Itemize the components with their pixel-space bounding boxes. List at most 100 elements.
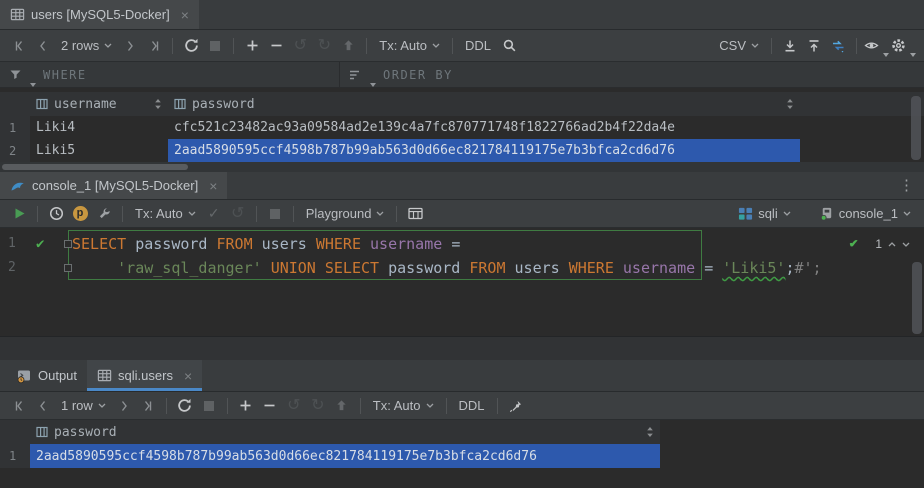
add-row-button[interactable] [235,395,257,417]
parameters-button[interactable]: p [69,203,91,225]
prev-page-button[interactable] [32,35,54,57]
output-layout-button[interactable] [404,203,426,225]
close-icon[interactable]: × [181,7,189,23]
execution-success-icon: ✔ [36,232,44,256]
schema-dropdown[interactable]: sqli [733,206,796,221]
ddl-button[interactable]: DDL [460,38,496,53]
tab-users-table[interactable]: users [MySQL5-Docker] × [0,0,199,29]
first-page-button[interactable] [8,35,30,57]
cell-password-selected[interactable]: 2aad5890595ccf4598b787b99ab563d0d66ec821… [30,444,660,468]
tx-mode-dropdown[interactable]: Tx: Auto [374,38,445,53]
tx-mode-dropdown[interactable]: Tx: Auto [130,206,201,221]
more-options-icon[interactable]: ⋮ [899,178,914,193]
revert-button[interactable]: ↺ [283,395,305,417]
sort-toggle-icon[interactable] [786,99,794,110]
tab-title: sqli.users [118,368,173,383]
stop-button[interactable] [198,395,220,417]
revert-button[interactable]: ↺ [289,35,311,57]
divider [452,38,453,54]
sql-line-2[interactable]: 'raw_sql_danger' UNION SELECT password F… [72,256,822,280]
next-page-button[interactable] [113,395,135,417]
scrollbar-thumb[interactable] [2,164,188,170]
column-header-password[interactable]: password [30,420,660,444]
table-row[interactable]: 1 Liki4 cfc521c23482ac93a09584ad2e139c4a… [0,116,924,139]
mysql-dolphin-icon [10,178,26,193]
result-tabbar: Output sqli.users × [0,360,924,392]
pin-icon [509,399,523,413]
stop-button[interactable] [264,203,286,225]
next-page-button[interactable] [119,35,141,57]
next-occurrence-icon[interactable] [902,242,910,247]
submit-button[interactable] [337,35,359,57]
compare-button[interactable] [827,35,849,57]
reload-changes-button[interactable]: ↻ [313,35,335,57]
table-row[interactable]: 1 2aad5890595ccf4598b787b99ab563d0d66ec8… [0,444,924,468]
cell-password[interactable]: cfc521c23482ac93a09584ad2e139c4a7fc87077… [168,116,800,139]
import-data-button[interactable] [803,35,825,57]
horizontal-scrollbar[interactable] [0,162,924,172]
empty-area [0,468,924,488]
grid-header: password [0,420,660,444]
row-count-dropdown[interactable]: 2 rows [56,38,117,53]
sql-line-1[interactable]: SELECT password FROM users WHERE usernam… [72,232,460,256]
tab-sqli-users-result[interactable]: sqli.users × [87,360,202,391]
check-icon: ✓ [208,205,220,222]
where-filter-input[interactable]: WHERE [0,62,340,87]
prev-page-button[interactable] [32,395,54,417]
tab-output[interactable]: Output [6,360,87,391]
order-by-filter-input[interactable]: ORDER BY [340,62,924,87]
cell-password-selected[interactable]: 2aad5890595ccf4598b787b99ab563d0d66ec821… [168,139,800,162]
divider [256,206,257,222]
tab-title: users [MySQL5-Docker] [31,7,170,22]
ddl-button[interactable]: DDL [454,398,490,413]
last-page-button[interactable] [137,395,159,417]
first-page-button[interactable] [8,395,30,417]
session-dropdown[interactable]: console_1 [814,206,916,221]
cell-username[interactable]: Liki4 [30,116,168,139]
column-header-password[interactable]: password [168,92,800,116]
cell-username[interactable]: Liki5 [30,139,168,162]
run-button[interactable] [8,203,30,225]
delete-row-button[interactable] [265,35,287,57]
close-icon[interactable]: × [209,178,217,194]
divider [227,398,228,414]
view-options-button[interactable] [864,35,889,57]
table-row[interactable]: 2 Liki5 2aad5890595ccf4598b787b99ab563d0… [0,139,924,162]
redo-icon: ↻ [311,398,324,414]
vertical-scrollbar[interactable] [911,96,921,160]
tab-console[interactable]: console_1 [MySQL5-Docker] × [0,172,227,199]
refresh-button[interactable] [180,35,202,57]
export-data-button[interactable] [779,35,801,57]
sql-editor[interactable]: 1 2 ✔ SELECT password FROM users WHERE u… [0,228,924,336]
delete-row-button[interactable] [259,395,281,417]
last-page-button[interactable] [143,35,165,57]
prev-occurrence-icon[interactable] [888,242,896,247]
close-icon[interactable]: × [184,368,192,384]
stop-button[interactable] [204,35,226,57]
statement-marker[interactable] [64,264,72,272]
vertical-scrollbar[interactable] [912,262,922,334]
row-count-dropdown[interactable]: 1 row [56,398,111,413]
submit-button[interactable] [331,395,353,417]
statement-marker[interactable] [64,240,72,248]
commit-button[interactable]: ✓ [203,203,225,225]
settings-button[interactable] [891,35,916,57]
reload-changes-button[interactable]: ↻ [307,395,329,417]
column-header-username[interactable]: username [30,92,168,116]
pin-tab-button[interactable] [505,395,527,417]
refresh-button[interactable] [174,395,196,417]
playground-mode-dropdown[interactable]: Playground [301,206,390,221]
add-row-button[interactable] [241,35,263,57]
console-settings-button[interactable] [93,203,115,225]
rollback-button[interactable]: ↺ [227,203,249,225]
divider [172,38,173,54]
history-button[interactable] [45,203,67,225]
gear-icon [891,38,906,53]
schema-icon [738,206,753,221]
search-icon[interactable] [498,35,520,57]
sort-toggle-icon[interactable] [646,427,654,438]
export-format-dropdown[interactable]: CSV [714,38,764,53]
sort-toggle-icon[interactable] [154,99,162,110]
chevron-down-icon [751,43,759,48]
tx-mode-dropdown[interactable]: Tx: Auto [368,398,439,413]
